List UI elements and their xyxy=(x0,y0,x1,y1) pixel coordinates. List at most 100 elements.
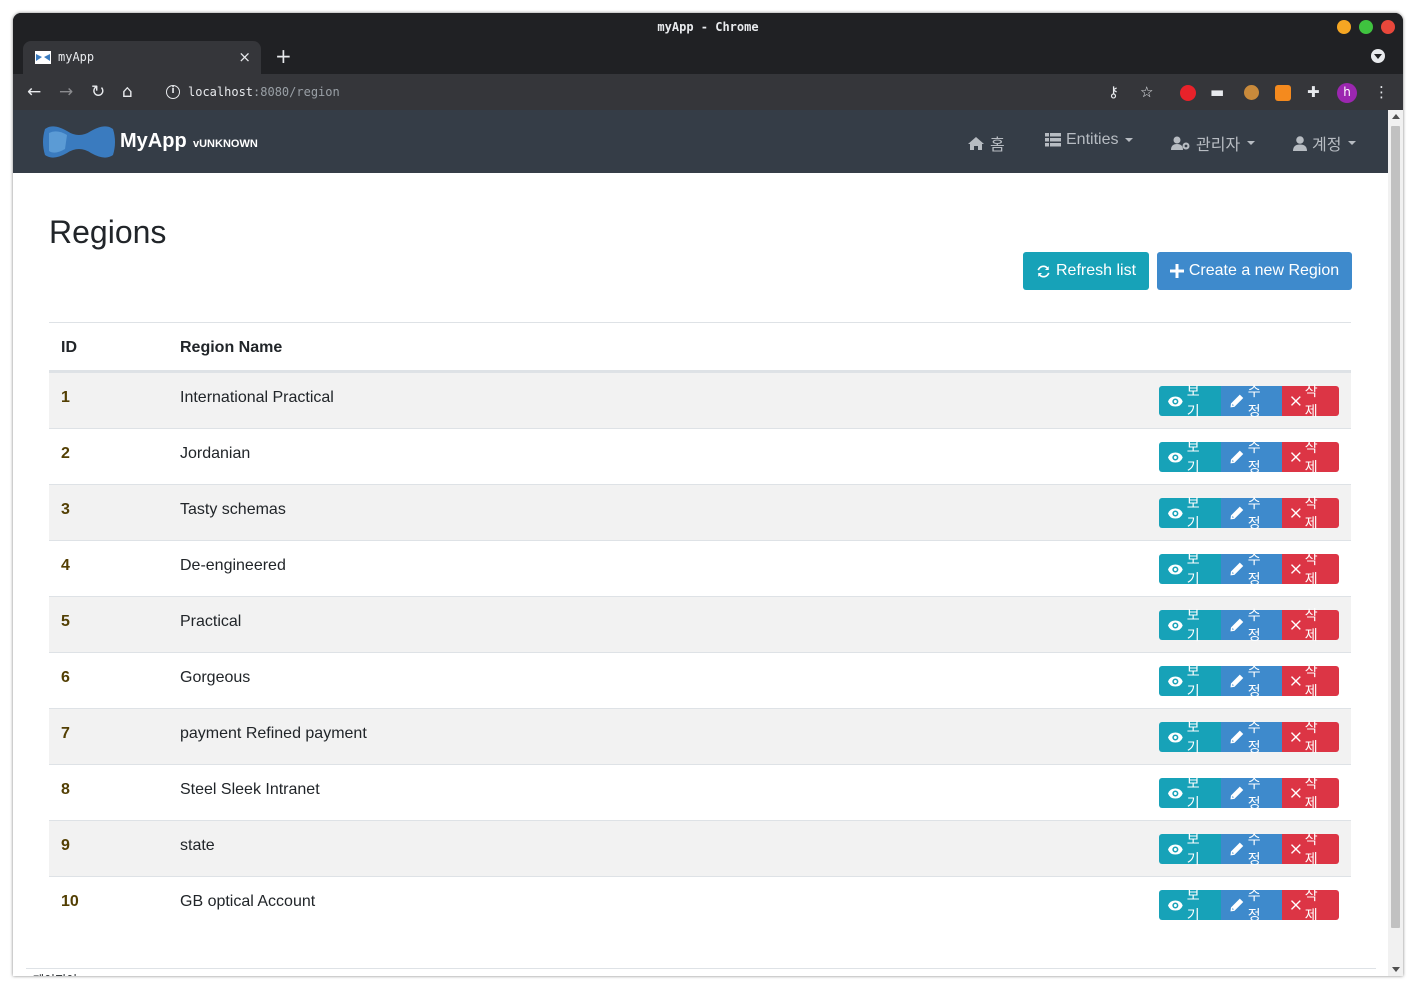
view-button[interactable]: 보기 xyxy=(1159,831,1221,867)
site-info-icon[interactable]: i xyxy=(166,85,180,99)
edit-button[interactable]: 수정 xyxy=(1221,607,1282,643)
view-button[interactable]: 보기 xyxy=(1159,495,1221,531)
minimize-button[interactable] xyxy=(1337,20,1351,34)
row-actions: 보기 수정 삭제 xyxy=(1159,495,1339,531)
eye-icon xyxy=(1168,675,1183,687)
browser-tab[interactable]: myApp × xyxy=(23,41,261,74)
edit-button[interactable]: 수정 xyxy=(1221,663,1282,699)
nav-admin[interactable]: 관리자 xyxy=(1171,131,1256,155)
region-id-link[interactable]: 9 xyxy=(61,837,70,855)
times-icon xyxy=(1291,564,1301,574)
region-id-link[interactable]: 2 xyxy=(61,445,70,463)
delete-button[interactable]: 삭제 xyxy=(1282,551,1339,587)
edit-label: 수정 xyxy=(1247,831,1261,867)
edit-button[interactable]: 수정 xyxy=(1221,383,1282,419)
plus-icon xyxy=(1169,264,1184,278)
window-title: myApp - Chrome xyxy=(657,20,759,34)
region-id-link[interactable]: 6 xyxy=(61,669,70,687)
bookmark-star-icon[interactable]: ☆ xyxy=(1140,82,1153,102)
delete-button[interactable]: 삭제 xyxy=(1282,775,1339,811)
browser-menu-icon[interactable]: ⋮ xyxy=(1374,82,1389,102)
address-bar[interactable]: i localhost:8080/region xyxy=(154,78,1294,106)
profile-avatar[interactable]: h xyxy=(1337,83,1357,103)
delete-button[interactable]: 삭제 xyxy=(1282,383,1339,419)
edit-button[interactable]: 수정 xyxy=(1221,775,1282,811)
home-icon xyxy=(968,136,984,150)
list-icon xyxy=(1045,133,1061,147)
delete-label: 삭제 xyxy=(1304,831,1318,867)
new-tab-button[interactable]: + xyxy=(275,44,292,68)
extension-device-icon[interactable]: ▬ xyxy=(1210,82,1224,102)
edit-button[interactable]: 수정 xyxy=(1221,719,1282,755)
delete-button[interactable]: 삭제 xyxy=(1282,887,1339,923)
refresh-list-button[interactable]: Refresh list xyxy=(1023,252,1149,290)
page-scrollbar[interactable] xyxy=(1388,110,1403,976)
region-id-link[interactable]: 10 xyxy=(61,893,79,911)
times-icon xyxy=(1291,620,1301,630)
row-actions: 보기 수정 삭제 xyxy=(1159,663,1339,699)
view-button[interactable]: 보기 xyxy=(1159,551,1221,587)
create-region-button[interactable]: Create a new Region xyxy=(1157,252,1352,290)
extensions-puzzle-icon[interactable]: ✚ xyxy=(1307,82,1320,102)
nav-entities[interactable]: Entities xyxy=(1045,131,1134,149)
reload-icon[interactable]: ↻ xyxy=(91,82,105,102)
extension-adblock-icon[interactable] xyxy=(1180,85,1196,101)
edit-button[interactable]: 수정 xyxy=(1221,439,1282,475)
region-id-link[interactable]: 3 xyxy=(61,501,70,519)
user-icon xyxy=(1293,135,1307,151)
brand-title[interactable]: MyApp xyxy=(120,130,187,153)
view-button[interactable]: 보기 xyxy=(1159,887,1221,923)
key-icon[interactable]: ⚷ xyxy=(1108,82,1119,102)
column-header-id[interactable]: ID xyxy=(61,339,77,357)
maximize-button[interactable] xyxy=(1359,20,1373,34)
extension-rss-icon[interactable] xyxy=(1275,85,1291,101)
view-button[interactable]: 보기 xyxy=(1159,775,1221,811)
times-icon xyxy=(1291,396,1301,406)
sync-icon xyxy=(1037,264,1050,278)
delete-button[interactable]: 삭제 xyxy=(1282,719,1339,755)
nav-home[interactable]: 홈 xyxy=(967,131,1005,155)
tab-close-icon[interactable]: × xyxy=(238,48,251,66)
edit-label: 수정 xyxy=(1247,551,1261,587)
view-button[interactable]: 보기 xyxy=(1159,439,1221,475)
edit-button[interactable]: 수정 xyxy=(1221,831,1282,867)
brand-logo[interactable] xyxy=(43,125,115,159)
view-button[interactable]: 보기 xyxy=(1159,719,1221,755)
scroll-thumb[interactable] xyxy=(1391,126,1400,928)
back-icon[interactable]: ← xyxy=(27,82,41,102)
edit-label: 수정 xyxy=(1247,439,1261,475)
delete-button[interactable]: 삭제 xyxy=(1282,439,1339,475)
row-actions: 보기 수정 삭제 xyxy=(1159,831,1339,867)
region-id-link[interactable]: 5 xyxy=(61,613,70,631)
view-button[interactable]: 보기 xyxy=(1159,663,1221,699)
browser-toolbar: ← → ↻ ⌂ i localhost:8080/region ⚷ ☆ ▬ ✚ … xyxy=(13,74,1403,110)
region-id-link[interactable]: 8 xyxy=(61,781,70,799)
region-id-link[interactable]: 7 xyxy=(61,725,70,743)
close-window-button[interactable] xyxy=(1381,20,1395,34)
delete-button[interactable]: 삭제 xyxy=(1282,663,1339,699)
tab-search-icon[interactable] xyxy=(1371,49,1385,63)
column-header-region-name[interactable]: Region Name xyxy=(180,339,282,357)
region-name: International Practical xyxy=(180,389,334,406)
delete-button[interactable]: 삭제 xyxy=(1282,495,1339,531)
table-row: 2 Jordanian 보기 수정 삭제 xyxy=(49,428,1351,484)
home-icon[interactable]: ⌂ xyxy=(122,82,133,102)
scroll-down-icon[interactable] xyxy=(1392,967,1400,972)
view-button[interactable]: 보기 xyxy=(1159,383,1221,419)
edit-button[interactable]: 수정 xyxy=(1221,551,1282,587)
delete-button[interactable]: 삭제 xyxy=(1282,607,1339,643)
region-id-link[interactable]: 1 xyxy=(61,389,70,407)
edit-button[interactable]: 수정 xyxy=(1221,887,1282,923)
pencil-icon xyxy=(1230,842,1244,856)
nav-account[interactable]: 계정 xyxy=(1293,131,1357,155)
edit-button[interactable]: 수정 xyxy=(1221,495,1282,531)
scroll-up-icon[interactable] xyxy=(1392,114,1400,119)
view-button[interactable]: 보기 xyxy=(1159,607,1221,643)
extension-cookie-icon[interactable] xyxy=(1244,85,1259,100)
nav-entities-label: Entities xyxy=(1066,131,1119,148)
region-id-link[interactable]: 4 xyxy=(61,557,70,575)
view-label: 보기 xyxy=(1186,495,1200,531)
delete-button[interactable]: 삭제 xyxy=(1282,831,1339,867)
forward-icon[interactable]: → xyxy=(59,82,73,102)
pencil-icon xyxy=(1230,786,1244,800)
